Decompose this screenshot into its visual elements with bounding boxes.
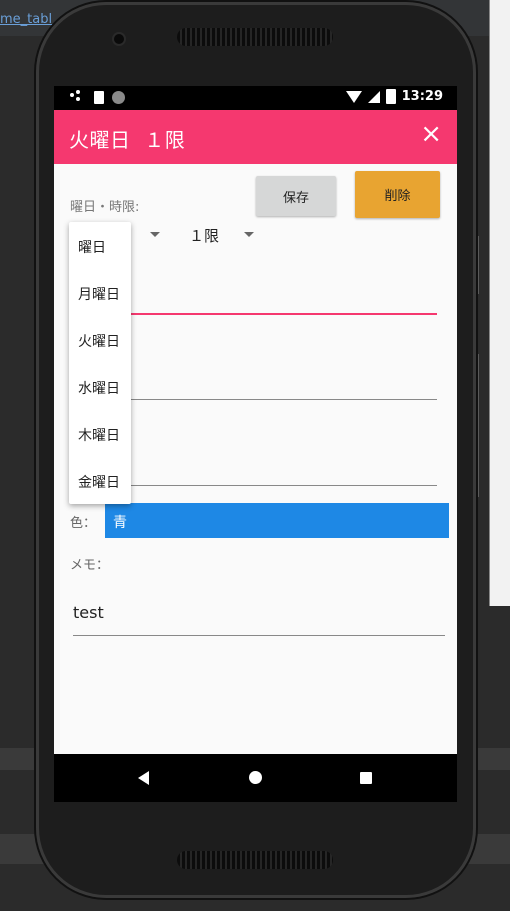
recents-icon[interactable] [360, 772, 372, 784]
memo-input[interactable]: test [73, 603, 104, 622]
signal-icon [367, 90, 380, 103]
home-icon[interactable] [249, 771, 262, 784]
day-spinner-arrow-icon[interactable] [150, 232, 160, 237]
sd-card-icon [94, 90, 104, 104]
day-option[interactable]: 火曜日 [78, 331, 120, 351]
day-option[interactable]: 水曜日 [78, 378, 120, 398]
earpiece-speaker [177, 28, 333, 46]
ide-scrollbar[interactable] [476, 236, 479, 294]
day-option[interactable]: 金曜日 [78, 472, 120, 492]
color-label: 色： [70, 516, 97, 531]
status-time: 13:29 [401, 89, 443, 104]
app-bar: 火曜日 １限 × [54, 110, 457, 164]
page-title: 火曜日 １限 [69, 128, 186, 152]
battery-icon [385, 89, 396, 104]
device-screen: 13:29 火曜日 １限 × 曜日・時限: 保存 削除 １限 色： 青 メモ： … [54, 86, 457, 802]
room-field-underline[interactable] [130, 485, 437, 486]
day-option[interactable]: 曜日 [78, 237, 106, 257]
save-button[interactable]: 保存 [256, 176, 336, 216]
status-bar: 13:29 [54, 86, 457, 110]
color-select-value: 青 [113, 515, 127, 531]
ide-side-panel [489, 0, 510, 606]
day-dropdown-menu: 曜日 月曜日 火曜日 水曜日 木曜日 金曜日 [69, 222, 131, 504]
delete-button[interactable]: 削除 [355, 171, 440, 218]
ide-file-tab[interactable]: me_tabl [0, 12, 52, 27]
period-spinner-arrow-icon[interactable] [244, 232, 254, 237]
day-period-label: 曜日・時限: [70, 200, 140, 215]
sync-icon [112, 90, 125, 104]
ide-scrollbar-lower[interactable] [476, 354, 479, 497]
teacher-field-underline[interactable] [130, 399, 437, 400]
period-spinner[interactable]: １限 [189, 225, 219, 246]
front-camera [114, 34, 124, 44]
back-icon[interactable] [138, 771, 149, 785]
subject-field-underline[interactable] [130, 313, 437, 315]
navigation-bar [54, 754, 457, 802]
bottom-speaker [177, 851, 333, 869]
notification-dots-icon [70, 90, 86, 104]
day-option[interactable]: 木曜日 [78, 425, 120, 445]
memo-field-underline[interactable] [73, 635, 445, 636]
day-option[interactable]: 月曜日 [78, 284, 120, 304]
wifi-icon [345, 90, 362, 103]
memo-label: メモ： [70, 558, 110, 573]
color-select[interactable]: 青 [105, 503, 449, 538]
close-icon[interactable]: × [420, 121, 442, 147]
